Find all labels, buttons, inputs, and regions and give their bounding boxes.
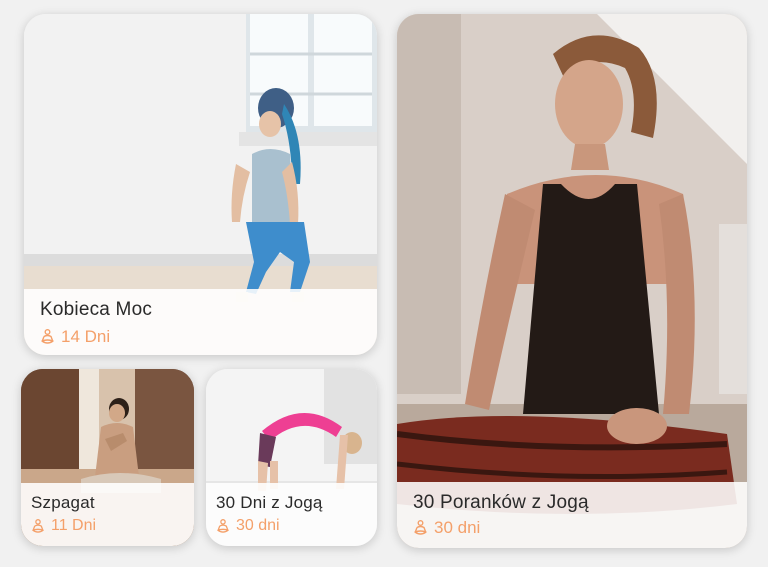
program-duration: 30 dni xyxy=(413,518,731,538)
program-caption: Kobieca Moc 14 Dni xyxy=(24,289,377,355)
meditation-icon xyxy=(32,518,44,533)
program-duration: 11 Dni xyxy=(31,517,184,535)
program-duration: 14 Dni xyxy=(40,327,361,347)
program-duration-text: 11 Dni xyxy=(51,517,97,534)
program-title: 30 Dni z Jogą xyxy=(216,493,323,512)
program-duration-text: 14 Dni xyxy=(61,327,111,346)
program-card-kobieca-moc[interactable]: Kobieca Moc 14 Dni xyxy=(24,14,377,355)
program-title: Kobieca Moc xyxy=(40,299,153,320)
program-caption: Szpagat 11 Dni xyxy=(21,483,194,546)
program-card-30-dni-z-joga[interactable]: 30 Dni z Jogą 30 dni xyxy=(206,369,377,546)
program-duration: 30 dni xyxy=(216,517,367,535)
program-duration-text: 30 dni xyxy=(434,518,481,537)
program-title: Szpagat xyxy=(31,493,95,512)
program-caption: 30 Dni z Jogą 30 dni xyxy=(206,483,377,546)
program-photo xyxy=(397,14,747,548)
program-duration-text: 30 dni xyxy=(236,517,280,534)
meditation-icon xyxy=(414,520,427,535)
meditation-icon xyxy=(217,518,229,533)
program-card-szpagat[interactable]: Szpagat 11 Dni xyxy=(21,369,194,546)
program-caption: 30 Poranków z Jogą 30 dni xyxy=(397,482,747,548)
program-card-30-porankow-z-joga[interactable]: 30 Poranków z Jogą 30 dni xyxy=(397,14,747,548)
meditation-icon xyxy=(41,329,54,344)
program-title: 30 Poranków z Jogą xyxy=(413,492,589,513)
